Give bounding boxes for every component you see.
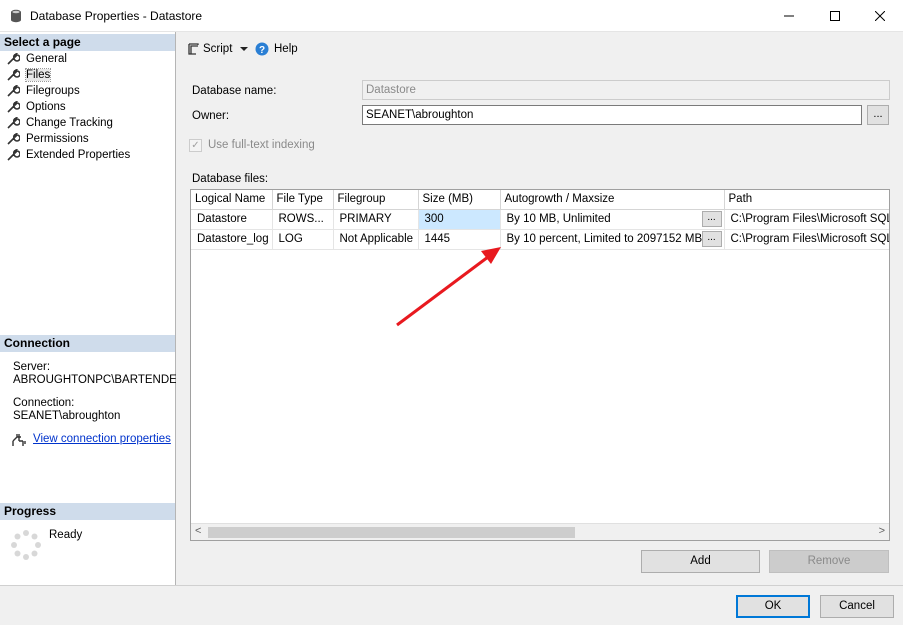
table-row[interactable]: Datastore_log LOG Not Applicable 1445 By… [191,229,889,250]
col-autogrowth[interactable]: Autogrowth / Maxsize [500,190,725,210]
database-files-table: Logical Name File Type Filegroup Size (M… [191,190,889,250]
col-filegroup[interactable]: Filegroup [333,190,419,210]
owner-browse-button[interactable]: ... [867,105,889,125]
col-path[interactable]: Path [724,190,889,210]
cell-autogrowth-value: By 10 percent, Limited to 2097152 MB [506,233,703,245]
minimize-button[interactable] [766,0,812,32]
owner-field[interactable]: SEANET\abroughton [362,105,862,125]
page-filegroups-label: Filegroups [26,85,80,97]
script-button[interactable]: Script [186,42,249,56]
page-general-label: General [26,53,67,65]
grid-header-row: Logical Name File Type Filegroup Size (M… [191,190,889,210]
horizontal-scrollbar[interactable]: < > [191,523,889,540]
cell-file-type[interactable]: LOG [272,229,334,250]
scrollbar-thumb[interactable] [208,527,575,538]
wrench-icon [7,149,20,161]
col-size[interactable]: Size (MB) [418,190,501,210]
help-label: Help [274,43,298,55]
server-label: Server: [13,361,51,373]
close-icon [875,11,885,21]
scroll-right-icon[interactable]: > [879,525,885,537]
cell-path[interactable]: C:\Program Files\Microsoft SQL Se [724,209,889,230]
page-permissions[interactable]: Permissions [6,131,89,147]
progress-spinner-icon [11,530,41,560]
dialog-button-bar: OK Cancel [0,585,903,625]
wrench-icon [7,133,20,145]
cell-filegroup[interactable]: PRIMARY [333,209,419,230]
page-permissions-label: Permissions [26,133,89,145]
server-value: ABROUGHTONPC\BARTENDER [13,374,186,386]
script-icon [188,43,199,55]
add-button[interactable]: Add [641,550,760,573]
close-button[interactable] [857,0,903,32]
page-options[interactable]: Options [6,99,66,115]
database-files-label: Database files: [192,173,269,185]
cell-size[interactable]: 300 [418,209,501,230]
cell-autogrowth[interactable]: By 10 percent, Limited to 2097152 MB... [500,229,725,250]
database-name-field: Datastore [362,80,890,100]
page-options-label: Options [26,101,66,113]
wrench-icon [7,53,20,65]
page-extended-properties[interactable]: Extended Properties [6,147,130,163]
connection-header: Connection [0,335,175,352]
window-title: Database Properties - Datastore [30,9,203,23]
col-logical-name[interactable]: Logical Name [191,190,273,210]
connection-value: SEANET\abroughton [13,410,121,422]
view-connection-properties-link[interactable]: View connection properties [33,433,171,445]
cell-filegroup[interactable]: Not Applicable [333,229,419,250]
page-general[interactable]: General [6,51,67,67]
owner-label: Owner: [192,110,230,122]
page-filegroups[interactable]: Filegroups [6,83,80,99]
table-row[interactable]: Datastore ROWS... PRIMARY 300 By 10 MB, … [191,209,889,230]
connection-label: Connection: [13,397,75,409]
wrench-icon [7,117,20,129]
script-label: Script [203,43,233,55]
cell-size[interactable]: 1445 [418,229,501,250]
progress-status: Ready [49,529,83,541]
cell-size-value: 300 [424,213,444,225]
wrench-icon [7,101,20,113]
cell-path[interactable]: C:\Program Files\Microsoft SQL Se [724,229,889,250]
page-change-tracking-label: Change Tracking [26,117,113,129]
fulltext-label: Use full-text indexing [208,139,315,151]
autogrowth-browse-button[interactable]: ... [701,210,722,227]
wrench-icon [7,69,20,81]
database-name-label: Database name: [192,85,277,97]
autogrowth-browse-button[interactable]: ... [701,230,722,247]
page-files[interactable]: Files [6,67,52,83]
help-icon: ? [255,42,269,56]
svg-text:?: ? [259,45,265,56]
files-page: Database name: Datastore Owner: SEANET\a… [176,67,903,585]
left-pane: Select a page General Files Filegroups O… [0,32,185,585]
toolbar: Script ? Help [176,32,903,67]
connection-properties-icon [12,434,26,446]
page-change-tracking[interactable]: Change Tracking [6,115,113,131]
chevron-down-icon[interactable] [240,46,249,52]
select-page-header: Select a page [0,34,175,51]
ok-button[interactable]: OK [736,595,810,618]
maximize-button[interactable] [812,0,858,32]
cancel-button[interactable]: Cancel [820,595,894,618]
database-icon [11,9,21,23]
help-button[interactable]: ? Help [255,42,298,56]
page-extended-properties-label: Extended Properties [26,149,131,161]
maximize-icon [830,11,840,21]
col-file-type[interactable]: File Type [272,190,334,210]
database-files-grid: Logical Name File Type Filegroup Size (M… [190,189,890,541]
remove-button[interactable]: Remove [769,550,889,573]
scroll-left-icon[interactable]: < [195,525,201,537]
fulltext-checkbox: ✓ [189,139,202,152]
cell-logical-name[interactable]: Datastore_log [191,229,273,250]
progress-header: Progress [0,503,175,520]
wrench-icon [7,85,20,97]
page-files-label: Files [24,68,52,82]
cell-autogrowth[interactable]: By 10 MB, Unlimited... [500,209,725,230]
title-bar: Database Properties - Datastore [0,0,903,32]
cell-autogrowth-value: By 10 MB, Unlimited [506,213,611,225]
cell-file-type[interactable]: ROWS... [272,209,334,230]
minimize-icon [784,15,794,17]
cell-logical-name[interactable]: Datastore [191,209,273,230]
